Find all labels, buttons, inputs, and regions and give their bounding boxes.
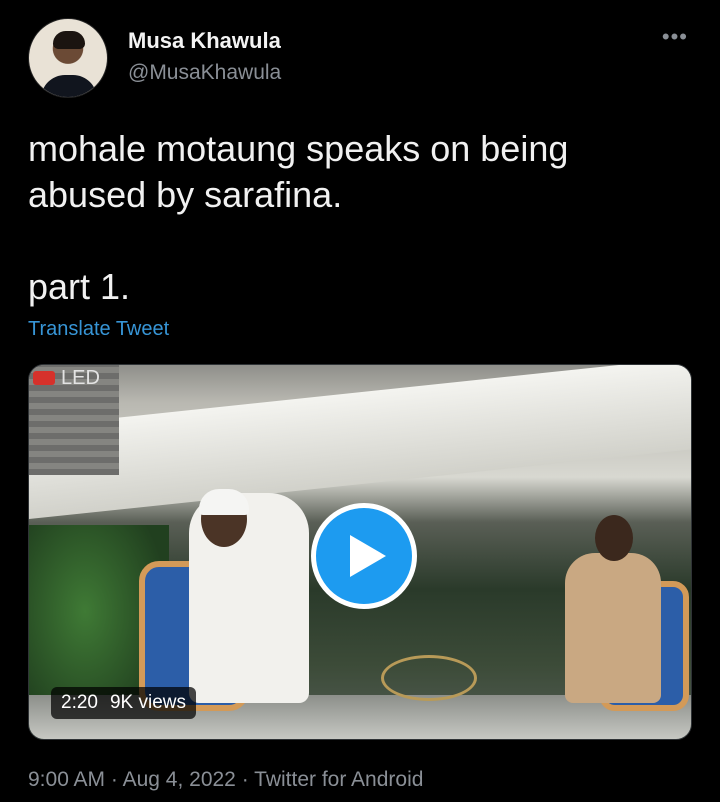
meta-separator: · — [110, 768, 118, 791]
tweet-time[interactable]: 9:00 AM — [28, 768, 105, 791]
author-name[interactable]: Musa Khawula — [128, 28, 281, 54]
video-scene-guest-hat — [199, 489, 249, 515]
tweet-text: mohale motaung speaks on being abused by… — [28, 128, 569, 307]
tweet-source[interactable]: Twitter for Android — [254, 768, 423, 791]
author-handle[interactable]: @MusaKhawula — [128, 61, 281, 85]
video-scene-table — [381, 655, 477, 701]
play-button[interactable] — [311, 503, 417, 609]
video-duration-badge: 2:20 9K views — [51, 687, 197, 719]
video-duration: 2:20 — [61, 692, 98, 713]
tweet-metadata: 9:00 AM · Aug 4, 2022 · Twitter for Andr… — [28, 768, 423, 792]
play-icon — [350, 535, 386, 577]
video-scene-host-head — [595, 515, 633, 561]
avatar-shirt — [41, 75, 97, 97]
tweet-header: Musa Khawula @MusaKhawula ••• — [28, 18, 692, 100]
video-scene-canopy — [29, 365, 691, 519]
tweet-date[interactable]: Aug 4, 2022 — [123, 768, 236, 791]
translate-tweet-link[interactable]: Translate Tweet — [28, 318, 169, 341]
avatar-hair — [53, 31, 85, 49]
video-watermark: LED — [61, 367, 100, 389]
video-player[interactable]: LED 2:20 9K views — [28, 364, 692, 740]
channel-logo-icon — [33, 371, 55, 385]
avatar[interactable] — [28, 18, 108, 98]
meta-separator: · — [241, 768, 249, 791]
video-scene-host — [565, 553, 661, 703]
video-views: 9K views — [109, 692, 187, 713]
more-horizontal-icon[interactable]: ••• — [662, 26, 688, 48]
